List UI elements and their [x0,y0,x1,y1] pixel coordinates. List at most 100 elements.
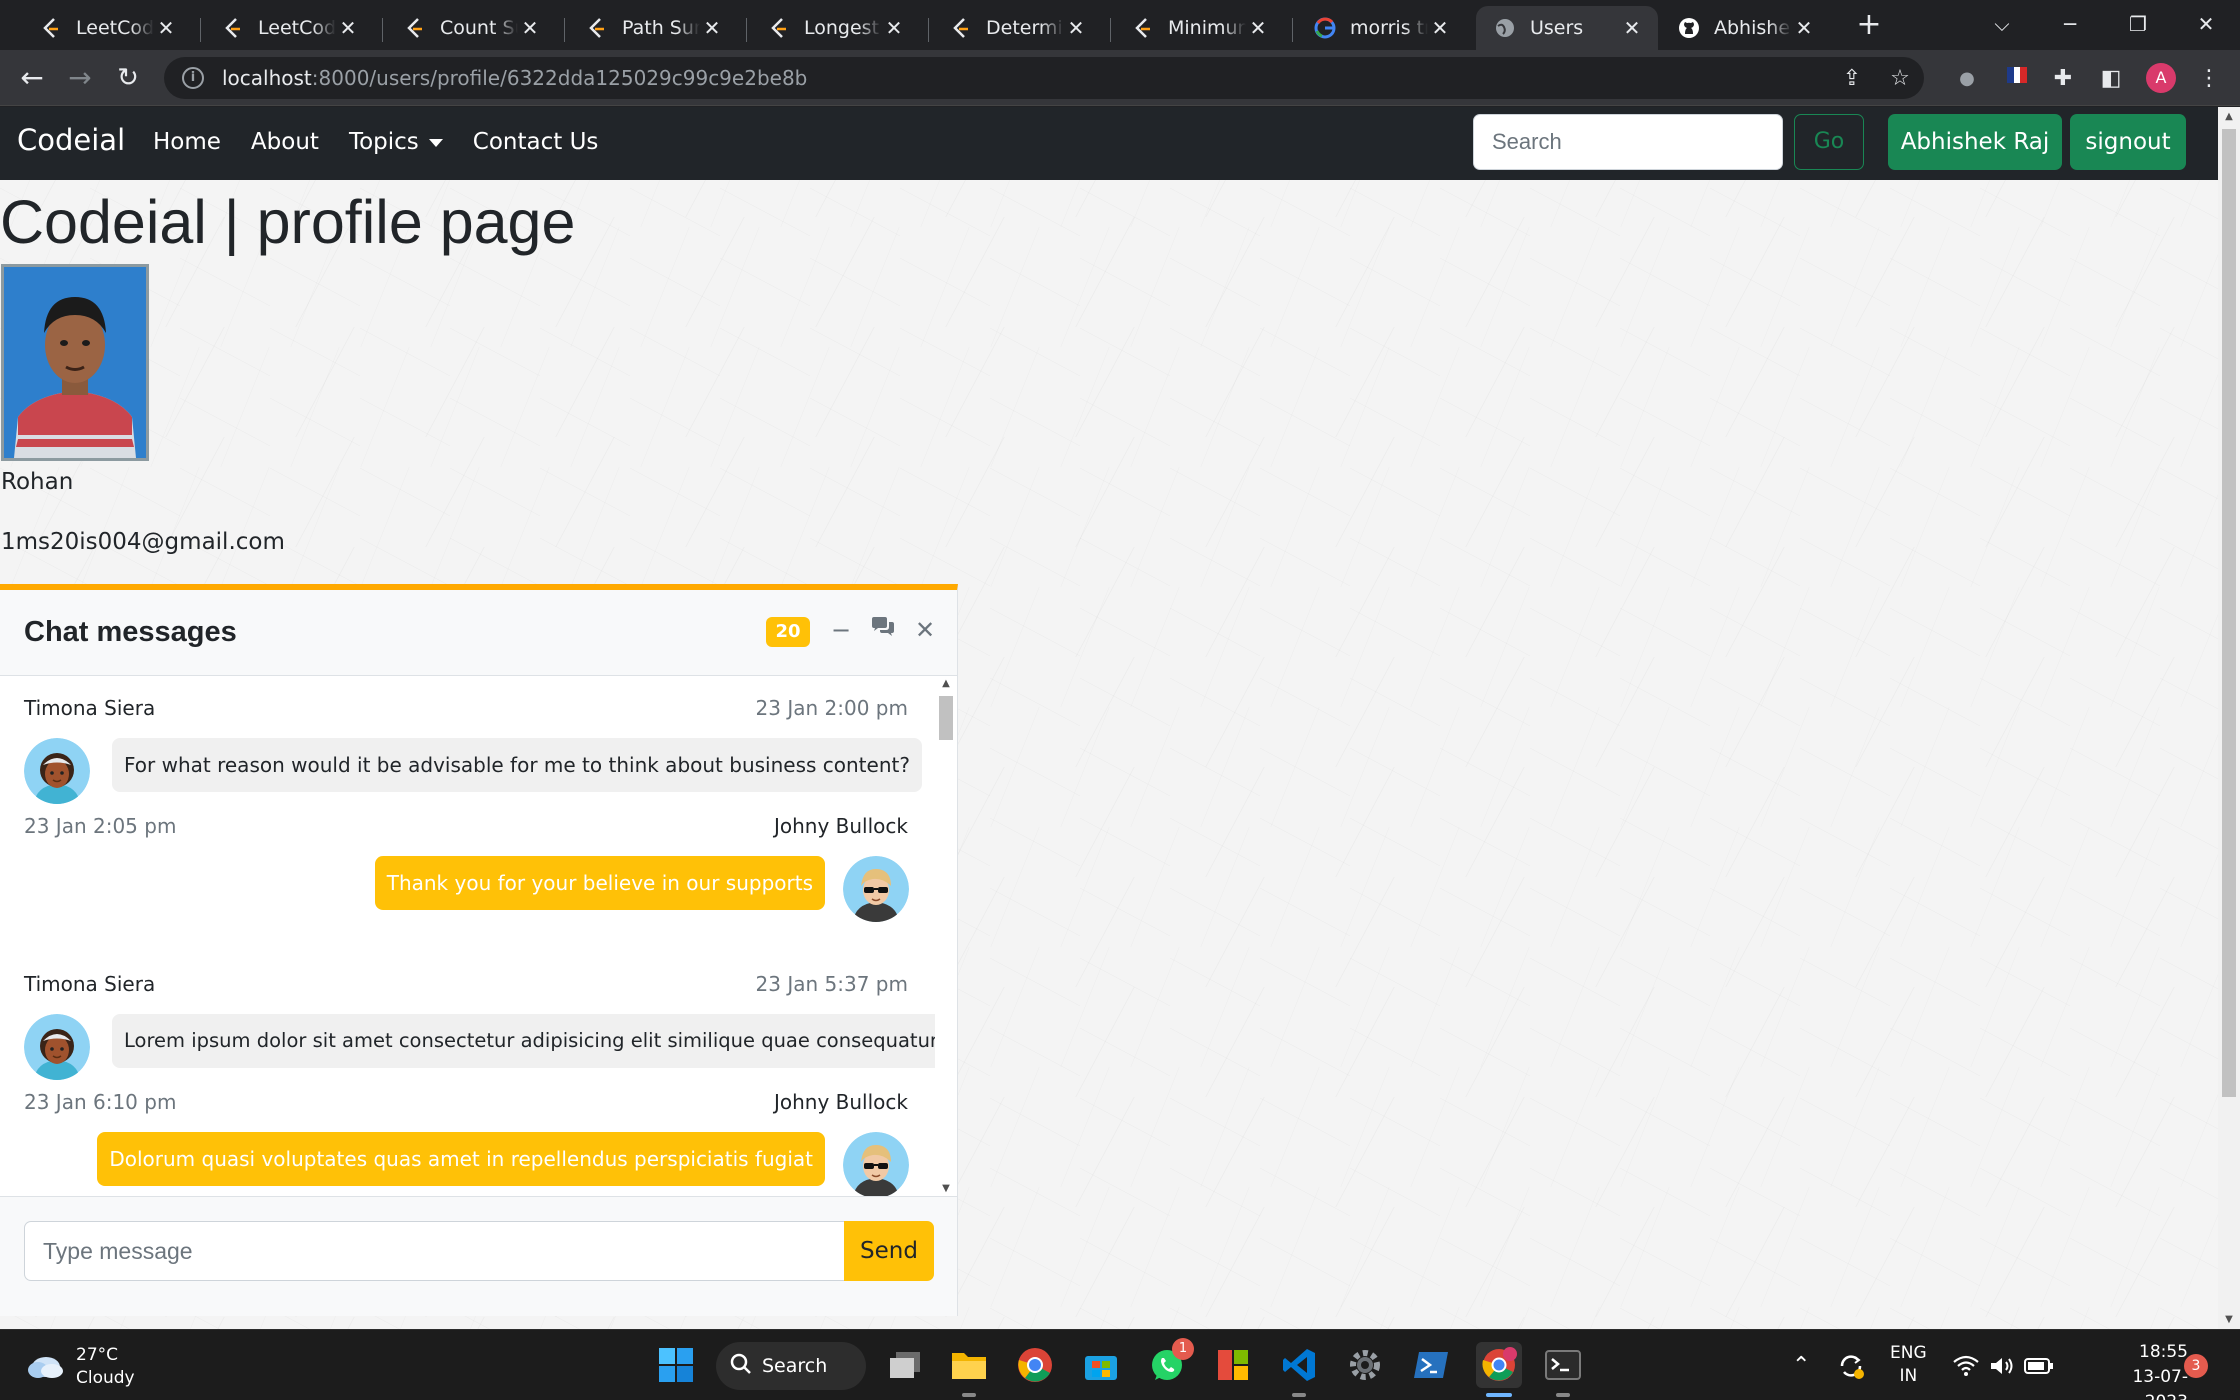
signout-button[interactable]: signout [2070,114,2186,170]
close-window-icon[interactable]: ✕ [2172,4,2240,44]
flag-extension-icon[interactable] [2002,64,2032,94]
message-input[interactable]: Type message [24,1221,846,1281]
scroll-down-icon[interactable]: ▼ [2218,1314,2240,1325]
browser-tab[interactable]: Minimum I ✕ [1114,6,1284,50]
message-count-badge: 20 [766,617,810,647]
caret-down-icon [428,138,443,147]
app-grid-icon[interactable] [1212,1344,1254,1386]
scroll-down-icon[interactable]: ▼ [935,1183,957,1194]
scroll-up-icon[interactable]: ▲ [2218,111,2240,122]
cloud-icon [26,1351,64,1383]
profile-avatar[interactable]: A [2146,63,2176,93]
weather-temperature: 27°C [76,1345,119,1365]
side-panel-icon[interactable]: ◧ [2096,64,2126,94]
chat-title: Chat messages [24,616,237,648]
chat-footer: Type message Send [0,1196,957,1316]
weather-widget[interactable]: 27°C Cloudy [26,1344,135,1390]
search-input[interactable]: Search [1473,114,1783,170]
wifi-icon[interactable] [1952,1330,1980,1400]
close-icon[interactable]: ✕ [910,612,940,648]
close-icon[interactable]: ✕ [1246,16,1270,40]
volume-icon[interactable] [1988,1330,2016,1400]
language-indicator[interactable]: ENG IN [1890,1342,1927,1388]
browser-tab[interactable]: Count Sub ✕ [386,6,556,50]
browser-toolbar: ← → ↻ i localhost:8000/users/profile/632… [0,50,2240,106]
scroll-thumb[interactable] [2222,129,2236,1097]
browser-tab-active[interactable]: Users ✕ [1476,6,1658,50]
share-icon[interactable]: ⇪ [1828,66,1876,91]
browser-tab[interactable]: LeetCode - ✕ [204,6,374,50]
chrome-icon[interactable] [1014,1344,1056,1386]
address-bar[interactable]: i localhost:8000/users/profile/6322dda12… [164,57,1924,99]
taskbar-search[interactable]: Search [716,1342,866,1390]
nav-home[interactable]: Home [153,129,221,155]
browser-tab[interactable]: LeetCode - ✕ [22,6,192,50]
close-icon[interactable]: ✕ [1064,16,1088,40]
star-icon[interactable]: ☆ [1876,66,1924,91]
system-clock[interactable]: 18:55 13-07-2023 [2098,1340,2188,1400]
extension-icon[interactable]: ● [1952,64,1982,94]
file-explorer-icon[interactable] [948,1344,990,1386]
terminal-icon[interactable] [1542,1344,1584,1386]
nav-topics[interactable]: Topics [349,129,443,155]
profile-photo [1,264,149,461]
task-view-icon[interactable] [884,1344,926,1386]
close-icon[interactable]: ✕ [1620,16,1644,40]
browser-tab[interactable]: Determine ✕ [932,6,1102,50]
go-button[interactable]: Go [1794,114,1864,170]
region-code: IN [1899,1366,1918,1386]
page-scrollbar[interactable]: ▲ ▼ [2218,107,2240,1329]
close-icon[interactable]: ✕ [1792,16,1816,40]
battery-icon[interactable] [2024,1330,2054,1400]
browser-tab[interactable]: Longest Zi ✕ [750,6,920,50]
tab-title: Users [1530,17,1584,39]
chevron-down-icon[interactable]: ⌵ [1968,4,2036,44]
browser-tab[interactable]: Path Sum I ✕ [568,6,738,50]
settings-gear-icon[interactable] [1344,1344,1386,1386]
profile-email: 1ms20is004@gmail.com [1,529,285,555]
back-icon[interactable]: ← [14,60,50,96]
menu-icon[interactable]: ⋮ [2194,64,2224,94]
close-icon[interactable]: ✕ [336,16,360,40]
url-path: :8000/users/profile/6322dda125029c99c9e2… [311,66,808,90]
forward-icon[interactable]: → [62,60,98,96]
user-profile-button[interactable]: Abhishek Raj [1888,114,2062,170]
vscode-icon[interactable] [1278,1344,1320,1386]
site-brand[interactable]: Codeial [17,123,125,157]
chat-scrollbar[interactable]: ▲ ▼ [935,676,957,1196]
chrome-profile-icon[interactable] [1476,1342,1522,1388]
minimize-icon[interactable]: ─ [2036,4,2104,44]
message-time: 23 Jan 6:10 pm [24,1090,177,1114]
nav-about[interactable]: About [251,129,319,155]
chat-messages: Timona Siera 23 Jan 2:00 pm For what rea… [0,676,935,1196]
page-title: Codeial | profile page [0,188,576,256]
microsoft-store-icon[interactable] [1080,1344,1122,1386]
chevron-up-icon[interactable]: ⌃ [1792,1330,1810,1400]
send-button[interactable]: Send [844,1221,934,1281]
message-sender: Johny Bullock [773,1090,908,1114]
windows-start-icon[interactable] [655,1344,697,1386]
new-tab-icon[interactable]: + [1854,8,1884,42]
close-icon[interactable]: ✕ [1428,16,1452,40]
scroll-thumb[interactable] [939,696,953,740]
info-icon[interactable]: i [182,67,204,89]
puzzle-icon[interactable]: ✚ [2048,64,2078,94]
close-icon[interactable]: ✕ [518,16,542,40]
minus-icon[interactable]: − [826,612,856,648]
browser-tab[interactable]: morris trav ✕ [1296,6,1466,50]
powershell-icon[interactable] [1410,1344,1452,1386]
sync-icon[interactable] [1836,1330,1866,1400]
reload-icon[interactable]: ↻ [110,60,146,96]
close-icon[interactable]: ✕ [700,16,724,40]
close-icon[interactable]: ✕ [882,16,906,40]
restore-icon[interactable]: ❐ [2104,4,2172,44]
close-icon[interactable]: ✕ [154,16,178,40]
comments-icon[interactable] [868,612,898,648]
avatar [24,1014,90,1080]
scroll-up-icon[interactable]: ▲ [935,678,957,689]
notification-badge[interactable]: 3 [2184,1354,2208,1378]
nav-contact[interactable]: Contact Us [473,129,599,155]
browser-tab[interactable]: Abhishek-I ✕ [1660,6,1830,50]
whatsapp-icon[interactable]: 1 [1146,1338,1194,1386]
message-bubble-outgoing: Thank you for your believe in our suppor… [374,856,825,910]
